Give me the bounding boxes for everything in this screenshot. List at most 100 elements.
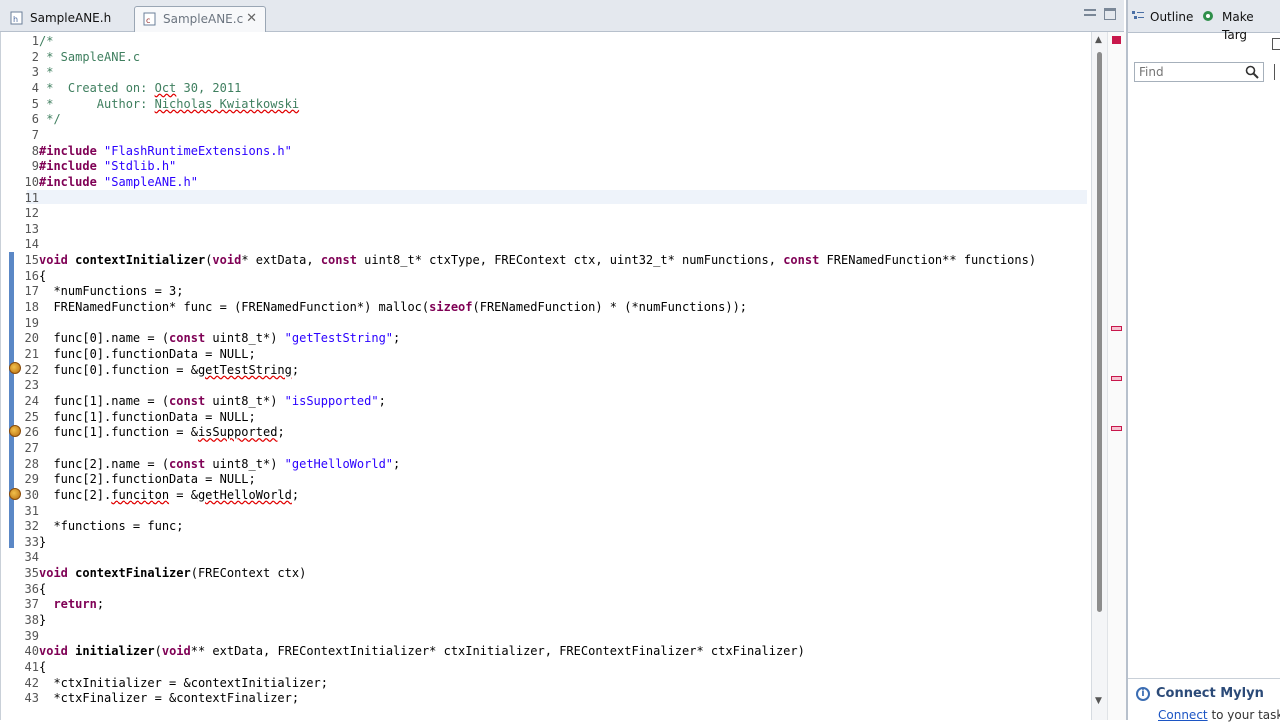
code-line[interactable]: 39 <box>9 628 39 644</box>
code-line[interactable]: 6 */ <box>9 111 61 127</box>
code-token: ; <box>96 597 105 612</box>
tab-label: Make Targ <box>1222 10 1254 42</box>
warning-marker-icon[interactable] <box>9 488 21 500</box>
code-token: func[1].functionData = NULL; <box>39 409 256 424</box>
line-number: 21 <box>24 347 39 361</box>
code-line[interactable]: 20 func[0].name = (const uint8_t*) "getT… <box>9 330 401 346</box>
code-line[interactable]: 1/* <box>9 33 54 49</box>
overview-ruler[interactable] <box>1107 32 1126 720</box>
code-token: *ctxFinalizer = &contextFinalizer; <box>39 691 300 706</box>
line-number: 7 <box>31 127 39 142</box>
scrollbar-thumb[interactable] <box>1097 52 1102 612</box>
line-number: 13 <box>24 221 39 236</box>
error-summary-icon[interactable] <box>1112 36 1121 44</box>
code-line[interactable]: 22 func[0].function = &getTestString; <box>9 362 300 378</box>
minimize-icon[interactable] <box>1084 9 1096 16</box>
code-line[interactable]: 41{ <box>9 659 47 675</box>
line-number: 20 <box>24 331 39 346</box>
code-token: */ <box>39 112 61 127</box>
code-line[interactable]: 12 <box>9 205 39 221</box>
code-token: const <box>169 331 206 346</box>
code-token: getHelloWorld <box>197 487 292 502</box>
code-line[interactable]: 23 <box>9 377 39 393</box>
mylyn-title: Connect Mylyn <box>1156 686 1264 701</box>
tab-sampleane-h[interactable]: h SampleANE.h <box>2 6 132 32</box>
code-token: const <box>320 253 357 268</box>
code-text[interactable]: 1/* 2 * SampleANE.c 3 * 4 * Created on: Oct… <box>9 32 1089 720</box>
code-line[interactable]: 13 <box>9 221 39 237</box>
code-line[interactable]: 21 func[0].functionData = NULL; <box>9 346 256 362</box>
code-line[interactable]: 10#include "SampleANE.h" <box>9 174 198 190</box>
code-token: uint8_t*) <box>205 456 285 471</box>
code-line[interactable]: 24 func[1].name = (const uint8_t*) "isSu… <box>9 393 386 409</box>
view-menu-icon[interactable] <box>1272 38 1280 50</box>
code-token: void <box>212 253 242 268</box>
code-line[interactable]: 4 * Created on: Oct 30, 2011 <box>9 80 242 96</box>
code-line[interactable]: 19 <box>9 315 39 331</box>
code-editor[interactable]: 1/* 2 * SampleANE.c 3 * 4 * Created on: Oct… <box>0 32 1126 720</box>
code-line[interactable]: 42 *ctxInitializer = &contextInitializer… <box>9 675 328 691</box>
scroll-down-icon[interactable]: ▼ <box>1095 696 1102 706</box>
line-number: 3 <box>31 65 39 80</box>
code-line[interactable]: 30 func[2].funciton = &getHelloWorld; <box>9 487 300 503</box>
error-annotation-marker[interactable] <box>1111 326 1122 331</box>
warning-marker-icon[interactable] <box>9 362 21 374</box>
code-line[interactable]: 14 <box>9 236 39 252</box>
code-line[interactable]: 7 <box>9 127 39 143</box>
code-line[interactable]: 36{ <box>9 581 47 597</box>
error-annotation-marker[interactable] <box>1111 376 1122 381</box>
code-line[interactable]: 37 return; <box>9 596 105 612</box>
code-line[interactable]: 31 <box>9 503 39 519</box>
code-line[interactable]: 2 * SampleANE.c <box>9 49 140 65</box>
code-line[interactable]: 8#include "FlashRuntimeExtensions.h" <box>9 143 292 159</box>
code-line[interactable]: 40void initializer(void** extData, FRECo… <box>9 643 805 659</box>
code-line[interactable]: 25 func[1].functionData = NULL; <box>9 409 256 425</box>
close-icon[interactable]: ✕ <box>246 7 257 31</box>
line-number: 11 <box>24 190 39 205</box>
search-icon[interactable] <box>1245 65 1259 79</box>
code-token: ; <box>378 393 386 408</box>
code-line[interactable]: 11 <box>9 190 39 206</box>
info-icon: i <box>1136 687 1150 701</box>
code-line[interactable]: 27 <box>9 440 39 456</box>
code-token: void <box>39 253 68 268</box>
code-line[interactable]: 35void contextFinalizer(FREContext ctx) <box>9 565 307 581</box>
code-line[interactable]: 16{ <box>9 268 47 284</box>
tab-outline[interactable]: Outline <box>1132 8 1193 26</box>
panel-toolbar-icon[interactable] <box>1274 64 1280 80</box>
warning-marker-icon[interactable] <box>9 425 21 437</box>
code-line[interactable]: 17 *numFunctions = 3; <box>9 283 184 299</box>
code-token: void <box>161 644 191 659</box>
code-token: "isSupported" <box>284 393 379 408</box>
code-line[interactable]: 33} <box>9 534 47 550</box>
code-token: { <box>39 268 47 283</box>
code-line[interactable]: 43 *ctxFinalizer = &contextFinalizer; <box>9 690 300 706</box>
code-line[interactable]: 29 func[2].functionData = NULL; <box>9 471 256 487</box>
error-annotation-marker[interactable] <box>1111 426 1122 431</box>
line-number: 43 <box>24 691 39 706</box>
find-field[interactable] <box>1134 62 1264 82</box>
code-line[interactable]: 18 FRENamedFunction* func = (FRENamedFun… <box>9 299 748 315</box>
code-line[interactable]: 3 * <box>9 64 54 80</box>
code-token: FRENamedFunction** functions) <box>819 253 1037 268</box>
code-line[interactable]: 34 <box>9 549 39 565</box>
tab-label: Outline <box>1150 10 1194 24</box>
vertical-scrollbar[interactable]: ▲ ▼ <box>1091 32 1108 720</box>
line-number: 31 <box>24 503 39 518</box>
code-token: const <box>169 393 206 408</box>
tab-sampleane-c[interactable]: c SampleANE.c ✕ <box>134 6 266 32</box>
code-line[interactable]: 32 *functions = func; <box>9 518 184 534</box>
code-line[interactable]: 5 * Author: Nicholas Kwiatkowski <box>9 96 299 112</box>
source-file-icon: c <box>143 12 156 26</box>
find-input[interactable] <box>1137 64 1245 80</box>
code-line[interactable]: 38} <box>9 612 47 628</box>
svg-text:h: h <box>13 15 18 24</box>
code-line[interactable]: 15void contextInitializer(void* extData,… <box>9 252 1037 268</box>
line-number: 38 <box>24 613 39 628</box>
code-line[interactable]: 9#include "Stdlib.h" <box>9 158 177 174</box>
tab-make-target[interactable]: Make Targ <box>1202 8 1280 44</box>
maximize-icon[interactable] <box>1104 8 1116 20</box>
code-line[interactable]: 28 func[2].name = (const uint8_t*) "getH… <box>9 456 401 472</box>
code-line[interactable]: 26 func[1].function = &isSupported; <box>9 424 285 440</box>
scroll-up-icon[interactable]: ▲ <box>1095 35 1102 45</box>
